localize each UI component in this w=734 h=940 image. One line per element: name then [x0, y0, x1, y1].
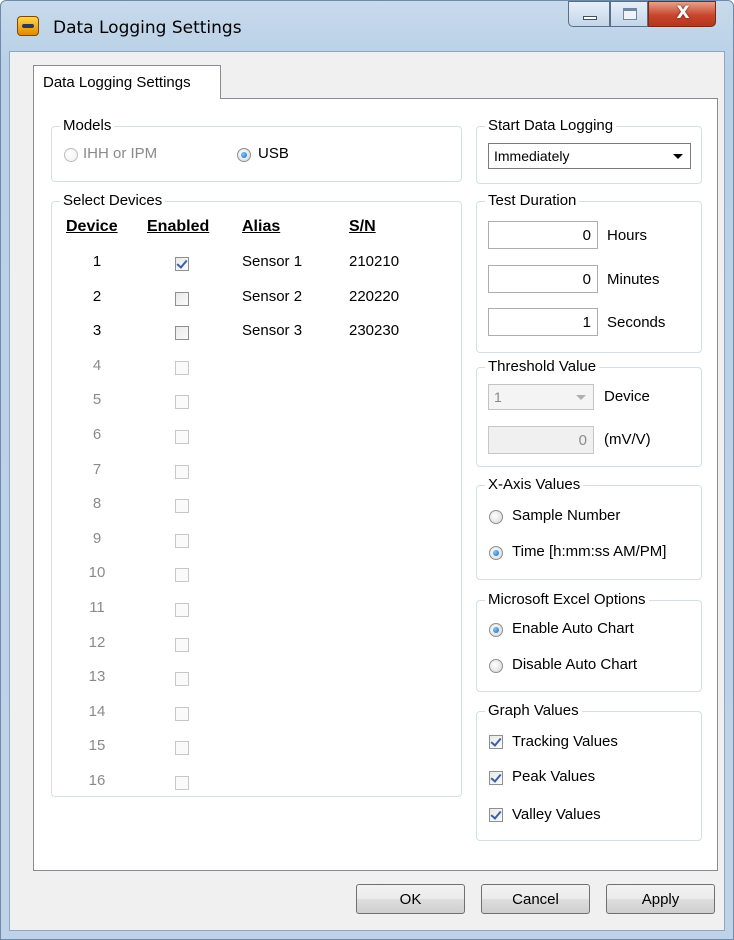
device-enabled-checkbox[interactable]	[175, 707, 189, 721]
model-ihh-radio[interactable]	[64, 148, 78, 162]
excel-group: Microsoft Excel Options	[476, 591, 702, 692]
device-number: 3	[92, 322, 102, 339]
device-enabled-checkbox[interactable]	[175, 395, 189, 409]
device-enabled-checkbox[interactable]	[175, 257, 189, 271]
excel-disable-radio[interactable]	[489, 659, 503, 673]
usb-app-icon	[17, 16, 39, 36]
threshold-unit: (mV/V)	[604, 431, 651, 448]
device-enabled-checkbox[interactable]	[175, 534, 189, 548]
start-logging-value: Immediately	[494, 148, 570, 164]
device-alias: Sensor 1	[242, 253, 303, 270]
excel-label: Microsoft Excel Options	[485, 591, 649, 608]
window-title: Data Logging Settings	[53, 18, 242, 38]
seconds-unit: Seconds	[607, 314, 666, 331]
device-number: 9	[92, 530, 102, 547]
threshold-device-value: 1	[494, 389, 502, 405]
graph-tracking-checkbox[interactable]	[489, 735, 503, 749]
excel-disable-label: Disable Auto Chart	[512, 656, 638, 673]
threshold-value-input[interactable]: 0	[488, 426, 594, 454]
device-enabled-checkbox[interactable]	[175, 499, 189, 513]
device-number: 6	[92, 426, 102, 443]
device-alias: Sensor 3	[242, 322, 303, 339]
device-number: 7	[92, 461, 102, 478]
maximize-button[interactable]	[610, 1, 648, 27]
device-enabled-checkbox[interactable]	[175, 672, 189, 686]
close-icon: X	[676, 3, 690, 23]
hours-unit: Hours	[607, 227, 648, 244]
device-number: 1	[92, 253, 102, 270]
graph-peak-label: Peak Values	[512, 768, 596, 785]
device-enabled-checkbox[interactable]	[175, 603, 189, 617]
device-enabled-checkbox[interactable]	[175, 430, 189, 444]
device-enabled-checkbox[interactable]	[175, 292, 189, 306]
device-serial-number: 230230	[349, 322, 400, 339]
device-number: 2	[92, 288, 102, 305]
maximize-icon	[623, 8, 637, 20]
xaxis-sample-label: Sample Number	[512, 507, 621, 524]
device-number: 15	[88, 737, 106, 754]
device-number: 11	[89, 599, 105, 616]
device-number: 8	[92, 495, 102, 512]
device-enabled-checkbox[interactable]	[175, 568, 189, 582]
close-button[interactable]: X	[648, 1, 716, 27]
start-logging-select[interactable]: Immediately	[488, 143, 691, 169]
device-number: 14	[88, 703, 106, 720]
chevron-down-icon	[576, 395, 586, 400]
header-alias: Alias	[242, 218, 281, 235]
header-sn: S/N	[349, 218, 376, 235]
header-device: Device	[66, 218, 118, 235]
excel-enable-radio[interactable]	[489, 623, 503, 637]
minutes-unit: Minutes	[607, 271, 660, 288]
device-number: 10	[88, 564, 106, 581]
xaxis-time-radio[interactable]	[489, 546, 503, 560]
ok-button[interactable]: OK	[356, 884, 465, 914]
device-enabled-checkbox[interactable]	[175, 465, 189, 479]
cancel-button[interactable]: Cancel	[481, 884, 590, 914]
device-number: 5	[92, 391, 102, 408]
device-number: 12	[88, 634, 106, 651]
model-ihh-label: IHH or IPM	[83, 145, 158, 162]
seconds-input[interactable]: 1	[488, 308, 598, 336]
excel-enable-label: Enable Auto Chart	[512, 620, 634, 637]
models-group-label: Models	[60, 117, 115, 134]
threshold-label: Threshold Value	[485, 358, 600, 375]
device-enabled-checkbox[interactable]	[175, 361, 189, 375]
xaxis-time-label: Time [h:mm:ss AM/PM]	[512, 543, 667, 560]
device-enabled-checkbox[interactable]	[175, 776, 189, 790]
hours-input[interactable]: 0	[488, 221, 598, 249]
device-serial-number: 220220	[349, 288, 400, 305]
xaxis-sample-radio[interactable]	[489, 510, 503, 524]
graph-label: Graph Values	[485, 702, 582, 719]
minimize-button[interactable]	[568, 1, 610, 27]
graph-tracking-label: Tracking Values	[512, 733, 618, 750]
device-number: 4	[92, 357, 102, 374]
device-serial-number: 210210	[349, 253, 400, 270]
graph-valley-checkbox[interactable]	[489, 808, 503, 822]
xaxis-label: X-Axis Values	[485, 476, 584, 493]
threshold-device-label: Device	[604, 388, 650, 405]
header-enabled: Enabled	[147, 218, 210, 235]
caption-buttons: X	[568, 1, 718, 29]
graph-peak-checkbox[interactable]	[489, 771, 503, 785]
device-number: 13	[88, 668, 106, 685]
minimize-icon	[583, 16, 597, 20]
test-duration-label: Test Duration	[485, 192, 580, 209]
device-enabled-checkbox[interactable]	[175, 741, 189, 755]
model-usb-label: USB	[258, 145, 289, 162]
tab-data-logging-settings[interactable]: Data Logging Settings	[33, 65, 221, 99]
device-number: 16	[88, 772, 106, 789]
start-logging-label: Start Data Logging	[485, 117, 617, 134]
model-usb-radio[interactable]	[237, 148, 251, 162]
threshold-device-select[interactable]: 1	[488, 384, 594, 410]
minutes-input[interactable]: 0	[488, 265, 598, 293]
device-alias: Sensor 2	[242, 288, 303, 305]
select-devices-label: Select Devices	[60, 192, 166, 209]
device-enabled-checkbox[interactable]	[175, 326, 189, 340]
chevron-down-icon	[673, 154, 683, 159]
device-enabled-checkbox[interactable]	[175, 638, 189, 652]
graph-valley-label: Valley Values	[512, 806, 601, 823]
apply-button[interactable]: Apply	[606, 884, 715, 914]
xaxis-group: X-Axis Values	[476, 476, 702, 580]
